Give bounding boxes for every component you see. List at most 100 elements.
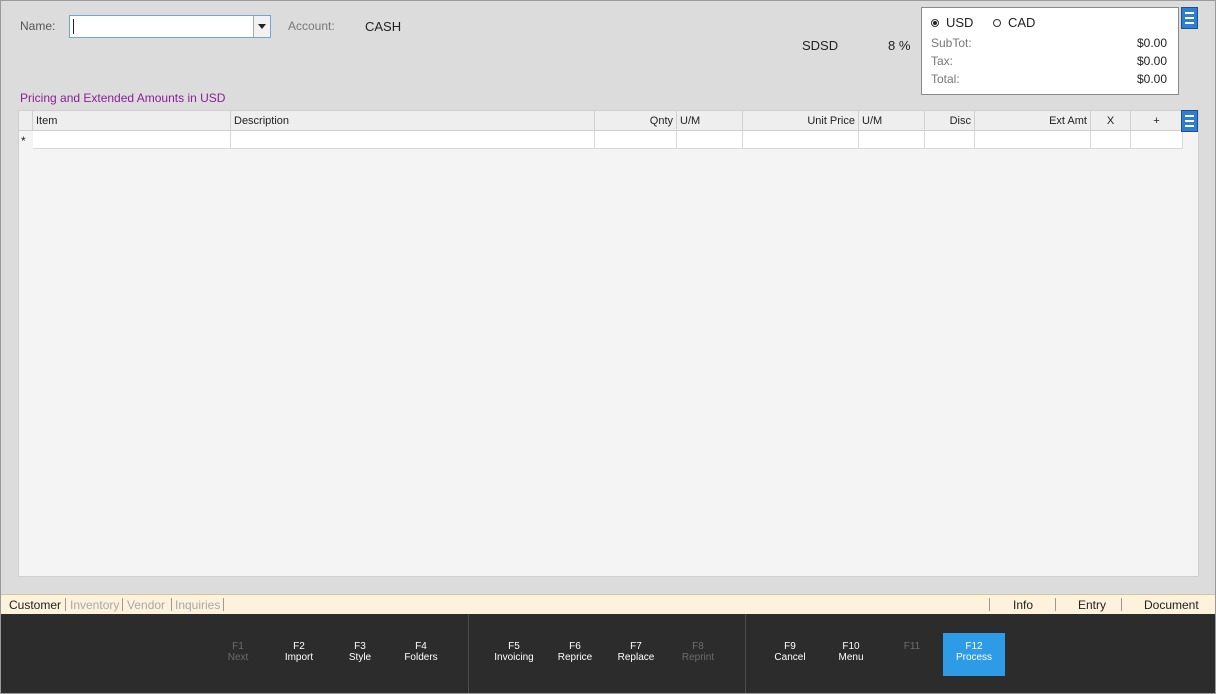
cell-description[interactable] bbox=[231, 131, 595, 149]
grid-header: Item Description Qnty U/M Unit Price U/M… bbox=[19, 111, 1183, 131]
totals-panel: USD CAD SubTot: $0.00 Tax: $0.00 Total: … bbox=[921, 7, 1179, 95]
tab-divider bbox=[223, 598, 224, 611]
column-unit-price[interactable]: Unit Price bbox=[743, 111, 859, 131]
f10-menu-button[interactable]: F10 Menu bbox=[821, 641, 881, 663]
tab-inventory[interactable]: Inventory bbox=[70, 598, 119, 612]
f2-import-button[interactable]: F2 Import bbox=[269, 641, 329, 663]
f8-key: F8 bbox=[692, 641, 704, 652]
f5-invoicing-button[interactable]: F5 Invoicing bbox=[484, 641, 544, 663]
column-disc[interactable]: Disc bbox=[925, 111, 975, 131]
column-item[interactable]: Item bbox=[33, 111, 231, 131]
tab-inquiries[interactable]: Inquiries bbox=[175, 598, 220, 612]
f1-next-button[interactable]: F1 Next bbox=[208, 641, 268, 663]
line-items-grid[interactable]: Item Description Qnty U/M Unit Price U/M… bbox=[18, 110, 1199, 577]
radio-unselected-icon bbox=[993, 18, 1001, 27]
column-um-2[interactable]: U/M bbox=[859, 111, 925, 131]
f11-key: F11 bbox=[903, 641, 921, 652]
totals-menu-icon[interactable] bbox=[1181, 7, 1198, 29]
column-plus[interactable]: + bbox=[1131, 111, 1183, 131]
tax-value: $0.00 bbox=[1136, 54, 1167, 68]
f9-key: F9 bbox=[784, 641, 796, 652]
cell-um-2[interactable] bbox=[859, 131, 925, 149]
tab-divider bbox=[65, 598, 66, 611]
f2-key: F2 bbox=[293, 641, 305, 652]
currency-cad-label: CAD bbox=[1008, 15, 1036, 30]
radio-selected-icon bbox=[931, 18, 939, 27]
tab-divider bbox=[1121, 598, 1122, 611]
tab-divider bbox=[1055, 598, 1056, 611]
f3-label: Style bbox=[348, 652, 372, 663]
tax-code: SDSD bbox=[802, 38, 839, 53]
f7-label: Replace bbox=[617, 652, 655, 663]
tab-entry[interactable]: Entry bbox=[1078, 598, 1106, 612]
f8-label: Reprint bbox=[681, 652, 715, 663]
pricing-label: Pricing and Extended Amounts in USD bbox=[20, 91, 226, 105]
f12-label: Process bbox=[955, 652, 993, 663]
subtotal-row: SubTot: $0.00 bbox=[931, 36, 1167, 52]
f11-button[interactable]: F11 bbox=[882, 641, 942, 652]
column-x[interactable]: X bbox=[1091, 111, 1131, 131]
f10-label: Menu bbox=[838, 652, 864, 663]
total-row: Total: $0.00 bbox=[931, 72, 1167, 88]
currency-radio-cad[interactable]: CAD bbox=[993, 15, 1035, 30]
tab-divider bbox=[122, 598, 123, 611]
f12-key: F12 bbox=[965, 641, 983, 652]
f5-key: F5 bbox=[508, 641, 520, 652]
subtotal-label: SubTot: bbox=[931, 36, 972, 50]
cell-plus[interactable] bbox=[1131, 131, 1183, 149]
f3-style-button[interactable]: F3 Style bbox=[330, 641, 390, 663]
f9-label: Cancel bbox=[774, 652, 806, 663]
f4-key: F4 bbox=[415, 641, 427, 652]
f4-folders-button[interactable]: F4 Folders bbox=[391, 641, 451, 663]
cell-item[interactable] bbox=[33, 131, 231, 149]
f1-label: Next bbox=[227, 652, 249, 663]
total-label: Total: bbox=[931, 72, 960, 86]
new-row-marker: * bbox=[21, 134, 26, 148]
account-value: CASH bbox=[365, 19, 402, 34]
column-description[interactable]: Description bbox=[231, 111, 595, 131]
f7-key: F7 bbox=[630, 641, 642, 652]
row-selector-header bbox=[19, 111, 33, 131]
name-label: Name: bbox=[20, 19, 56, 33]
cell-qnty[interactable] bbox=[595, 131, 677, 149]
cell-disc[interactable] bbox=[925, 131, 975, 149]
f5-label: Invoicing bbox=[494, 652, 534, 663]
f1-key: F1 bbox=[232, 641, 244, 652]
tab-divider bbox=[989, 598, 990, 611]
f9-cancel-button[interactable]: F9 Cancel bbox=[760, 641, 820, 663]
total-value: $0.00 bbox=[1136, 72, 1167, 86]
column-ext-amt[interactable]: Ext Amt bbox=[975, 111, 1091, 131]
cell-um[interactable] bbox=[677, 131, 743, 149]
fkey-group-divider bbox=[468, 614, 469, 693]
column-um[interactable]: U/M bbox=[677, 111, 743, 131]
currency-radio-usd[interactable]: USD bbox=[931, 15, 973, 30]
f8-reprint-button[interactable]: F8 Reprint bbox=[668, 641, 728, 663]
currency-usd-label: USD bbox=[946, 15, 974, 30]
tab-customer[interactable]: Customer bbox=[9, 598, 61, 612]
tab-info[interactable]: Info bbox=[1013, 598, 1033, 612]
chevron-down-icon[interactable] bbox=[253, 16, 270, 37]
f12-process-button[interactable]: F12 Process bbox=[944, 641, 1004, 663]
f10-key: F10 bbox=[842, 641, 860, 652]
f7-replace-button[interactable]: F7 Replace bbox=[606, 641, 666, 663]
tab-document[interactable]: Document bbox=[1144, 598, 1199, 612]
subtotal-value: $0.00 bbox=[1136, 36, 1167, 50]
text-caret bbox=[73, 19, 74, 34]
name-combobox[interactable] bbox=[69, 15, 271, 38]
fkey-group-divider bbox=[745, 614, 746, 693]
tax-rate: 8 % bbox=[888, 38, 911, 53]
grid-menu-icon[interactable] bbox=[1181, 110, 1198, 132]
table-row[interactable]: * bbox=[19, 131, 1183, 150]
f6-key: F6 bbox=[569, 641, 581, 652]
module-tab-bar: Customer Inventory Vendor Inquiries Info… bbox=[1, 594, 1215, 614]
f4-label: Folders bbox=[404, 652, 438, 663]
cell-x[interactable] bbox=[1091, 131, 1131, 149]
cell-ext-amt[interactable] bbox=[975, 131, 1091, 149]
tax-row: Tax: $0.00 bbox=[931, 54, 1167, 70]
tab-vendor[interactable]: Vendor bbox=[127, 598, 165, 612]
column-qnty[interactable]: Qnty bbox=[595, 111, 677, 131]
f6-label: Reprice bbox=[557, 652, 593, 663]
cell-unit-price[interactable] bbox=[743, 131, 859, 149]
f6-reprice-button[interactable]: F6 Reprice bbox=[545, 641, 605, 663]
account-label: Account: bbox=[288, 19, 335, 33]
